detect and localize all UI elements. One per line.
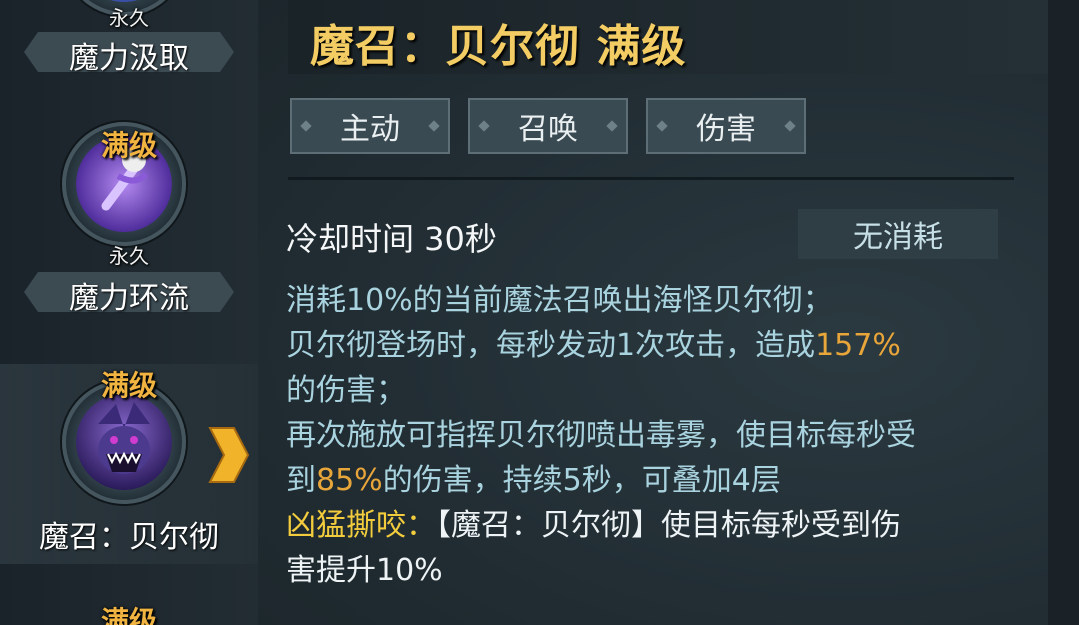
permanent-label: 永久 <box>109 244 149 268</box>
skill-name: 魔召：贝尔彻 <box>39 520 219 555</box>
tag-label: 召唤 <box>518 112 578 147</box>
permanent-label: 永久 <box>109 6 149 30</box>
desc-line: 再次施放可指挥贝尔彻喷出毒雾，使目标每秒受 <box>286 418 916 453</box>
skill-detail-panel: 魔召：贝尔彻 满级 主动 召唤 伤害 冷却时间 30秒 无消耗 消耗10%的当前… <box>258 0 1048 625</box>
skill-title: 魔召：贝尔彻 满级 <box>310 21 687 72</box>
desc-line: 贝尔彻登场时，每秒发动1次攻击，造成157% <box>286 323 1016 368</box>
desc-line: 到85%的伤害，持续5秒，可叠加4层 <box>286 458 1016 503</box>
tag-damage: 伤害 <box>646 98 806 154</box>
title-bar: 魔召：贝尔彻 满级 <box>288 0 1048 74</box>
skill-name: 魔力环流 <box>69 281 189 316</box>
panel-edge <box>1048 0 1079 625</box>
desc-text: 到 <box>286 463 316 498</box>
chevron-right-icon <box>208 427 250 483</box>
talent-line: 凶猛撕咬：【魔召：贝尔彻】使目标每秒受到伤 <box>286 503 1016 548</box>
skill-description: 消耗10%的当前魔法召唤出海怪贝尔彻； 贝尔彻登场时，每秒发动1次攻击，造成15… <box>286 278 1016 593</box>
tag-summon: 召唤 <box>468 98 628 154</box>
cost-badge: 无消耗 <box>798 209 998 259</box>
desc-line: 的伤害； <box>286 373 406 408</box>
desc-line: 消耗10%的当前魔法召唤出海怪贝尔彻； <box>286 283 833 318</box>
max-level-badge: 满级 <box>100 129 157 162</box>
damage-percent: 85% <box>316 463 383 498</box>
tag-label: 伤害 <box>696 112 756 147</box>
damage-percent: 157% <box>815 328 901 363</box>
talent-text: 【魔召：贝尔彻】使目标每秒受到伤 <box>436 508 901 543</box>
cooldown-text: 冷却时间 30秒 <box>286 220 497 258</box>
max-level-badge: 满级 <box>100 605 157 625</box>
desc-text: 的伤害，持续5秒，可叠加4层 <box>382 463 781 498</box>
talent-label: 凶猛撕咬： <box>286 508 436 543</box>
skill-name: 魔力汲取 <box>69 41 189 76</box>
desc-text: 贝尔彻登场时，每秒发动1次攻击，造成 <box>286 328 816 363</box>
tag-active: 主动 <box>290 98 450 154</box>
skill-list[interactable]: 永久 魔力汲取 满级 永久 魔力环流 满级 魔召：贝尔彻 满级 <box>0 0 258 625</box>
max-level-badge: 满级 <box>100 369 157 402</box>
tag-label: 主动 <box>340 112 400 147</box>
sea-monster-icon <box>76 394 172 490</box>
divider <box>288 177 1014 180</box>
talent-line: 害提升10% <box>286 553 443 588</box>
